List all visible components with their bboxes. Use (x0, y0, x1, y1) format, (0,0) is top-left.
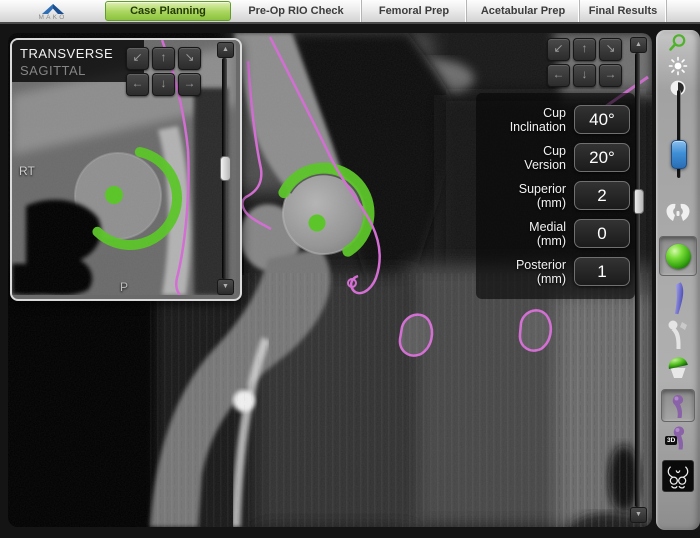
inset-pan-right-button[interactable]: → (178, 73, 201, 96)
femoral-stem-icon (670, 281, 686, 315)
inset-pan-up-button[interactable]: ↑ (152, 47, 175, 70)
window-level-slider-thumb[interactable] (671, 140, 687, 169)
superior-label: Superior (mm) (482, 182, 566, 210)
femur-purple-icon (670, 393, 686, 419)
measurement-row-cup-inclination: Cup Inclination 40° (482, 105, 630, 134)
superior-value[interactable]: 2 (574, 181, 630, 210)
tab-femoral-prep[interactable]: Femoral Prep (362, 0, 467, 22)
cup-measurements-panel: Cup Inclination 40° Cup Version 20° Supe… (476, 93, 635, 299)
main-ct-viewport[interactable]: ↙ ↑ ↘ ← ↓ → ▲ ▼ Cup Inclination 40° Cup … (8, 33, 652, 527)
inset-scroll-down-button[interactable]: ▼ (217, 279, 234, 295)
cup-inclination-label: Cup Inclination (482, 106, 566, 134)
medial-value[interactable]: 0 (574, 219, 630, 248)
pelvis-xray-view-button[interactable] (662, 460, 694, 492)
pelvis-landmarks-button[interactable] (665, 202, 692, 224)
cup-version-value[interactable]: 20° (574, 143, 630, 172)
acetabular-cup-sphere-icon (666, 244, 691, 269)
cup-version-label: Cup Version (482, 144, 566, 172)
main-scroll-down-button[interactable]: ▼ (630, 507, 647, 523)
inset-pan-left-button[interactable]: ← (126, 73, 149, 96)
tab-final-results[interactable]: Final Results (580, 0, 667, 22)
main-pan-left-button[interactable]: ← (547, 64, 570, 87)
orientation-label-right: RT (19, 164, 35, 178)
main-pan-right-button[interactable]: → (599, 64, 622, 87)
view-toggle-transverse[interactable]: TRANSVERSE (20, 46, 113, 61)
magnifier-icon (667, 33, 689, 53)
main-pan-diag-left-button[interactable]: ↙ (547, 38, 570, 61)
cup-liner-icon (665, 355, 692, 380)
mako-logo-text: MAKO (39, 15, 67, 20)
femur-3d-view-button[interactable]: 3D (668, 424, 688, 452)
brightness-sun-icon (668, 56, 688, 76)
stem-tool-button[interactable] (670, 281, 686, 315)
tab-pre-op-rio-check[interactable]: Pre-Op RIO Check (231, 0, 362, 22)
pelvis-xray-icon (662, 460, 694, 492)
main-pan-down-button[interactable]: ↓ (573, 64, 596, 87)
inset-pan-diag-left-button[interactable]: ↙ (126, 47, 149, 70)
main-scroll-track[interactable] (635, 53, 640, 507)
femur-implant-button[interactable] (666, 319, 690, 350)
measurement-row-medial: Medial (mm) 0 (482, 219, 630, 248)
measurement-row-cup-version: Cup Version 20° (482, 143, 630, 172)
posterior-value[interactable]: 1 (574, 257, 630, 286)
cup-inclination-value[interactable]: 40° (574, 105, 630, 134)
medial-label: Medial (mm) (482, 220, 566, 248)
measurement-row-posterior: Posterior (mm) 1 (482, 257, 630, 286)
tab-bar: MAKO Case Planning Pre-Op RIO Check Femo… (0, 0, 700, 24)
cup-liner-button[interactable] (665, 355, 692, 380)
femur-view-button-selected[interactable] (661, 389, 695, 422)
tab-acetabular-prep[interactable]: Acetabular Prep (467, 0, 580, 22)
pelvis-icon (665, 202, 692, 224)
inset-pan-diag-right-button[interactable]: ↘ (178, 47, 201, 70)
femur-implant-icon (666, 319, 690, 350)
tab-case-planning[interactable]: Case Planning (105, 1, 231, 21)
tab-bar-filler (667, 0, 700, 22)
cup-tool-button-selected[interactable] (659, 236, 697, 276)
main-scroll-up-button[interactable]: ▲ (630, 37, 647, 53)
transverse-inset-viewport[interactable]: TRANSVERSE SAGITTAL RT P ↙ ↑ ↘ ← ↓ → ▲ ▼ (10, 38, 242, 301)
mako-logo: MAKO (0, 0, 105, 22)
tool-sidebar: 3D (656, 30, 700, 530)
brightness-button[interactable] (668, 56, 688, 76)
orientation-label-posterior: P (120, 280, 128, 294)
zoom-tool-button[interactable] (667, 33, 689, 53)
inset-pan-down-button[interactable]: ↓ (152, 73, 175, 96)
inset-scroll-up-button[interactable]: ▲ (217, 42, 234, 58)
view-toggle-sagittal[interactable]: SAGITTAL (20, 63, 86, 78)
mako-logo-icon (38, 3, 68, 15)
main-view-nav-arrows: ↙ ↑ ↘ ← ↓ → (547, 38, 620, 85)
main-pan-diag-right-button[interactable]: ↘ (599, 38, 622, 61)
main-pan-up-button[interactable]: ↑ (573, 38, 596, 61)
posterior-label: Posterior (mm) (482, 258, 566, 286)
measurement-row-superior: Superior (mm) 2 (482, 181, 630, 210)
inset-nav-arrows: ↙ ↑ ↘ ← ↓ → (126, 47, 199, 94)
inset-scroll-thumb[interactable] (220, 156, 231, 181)
inset-slice-scrollbar[interactable]: ▲ ▼ (217, 42, 233, 295)
3d-badge: 3D (665, 436, 677, 445)
